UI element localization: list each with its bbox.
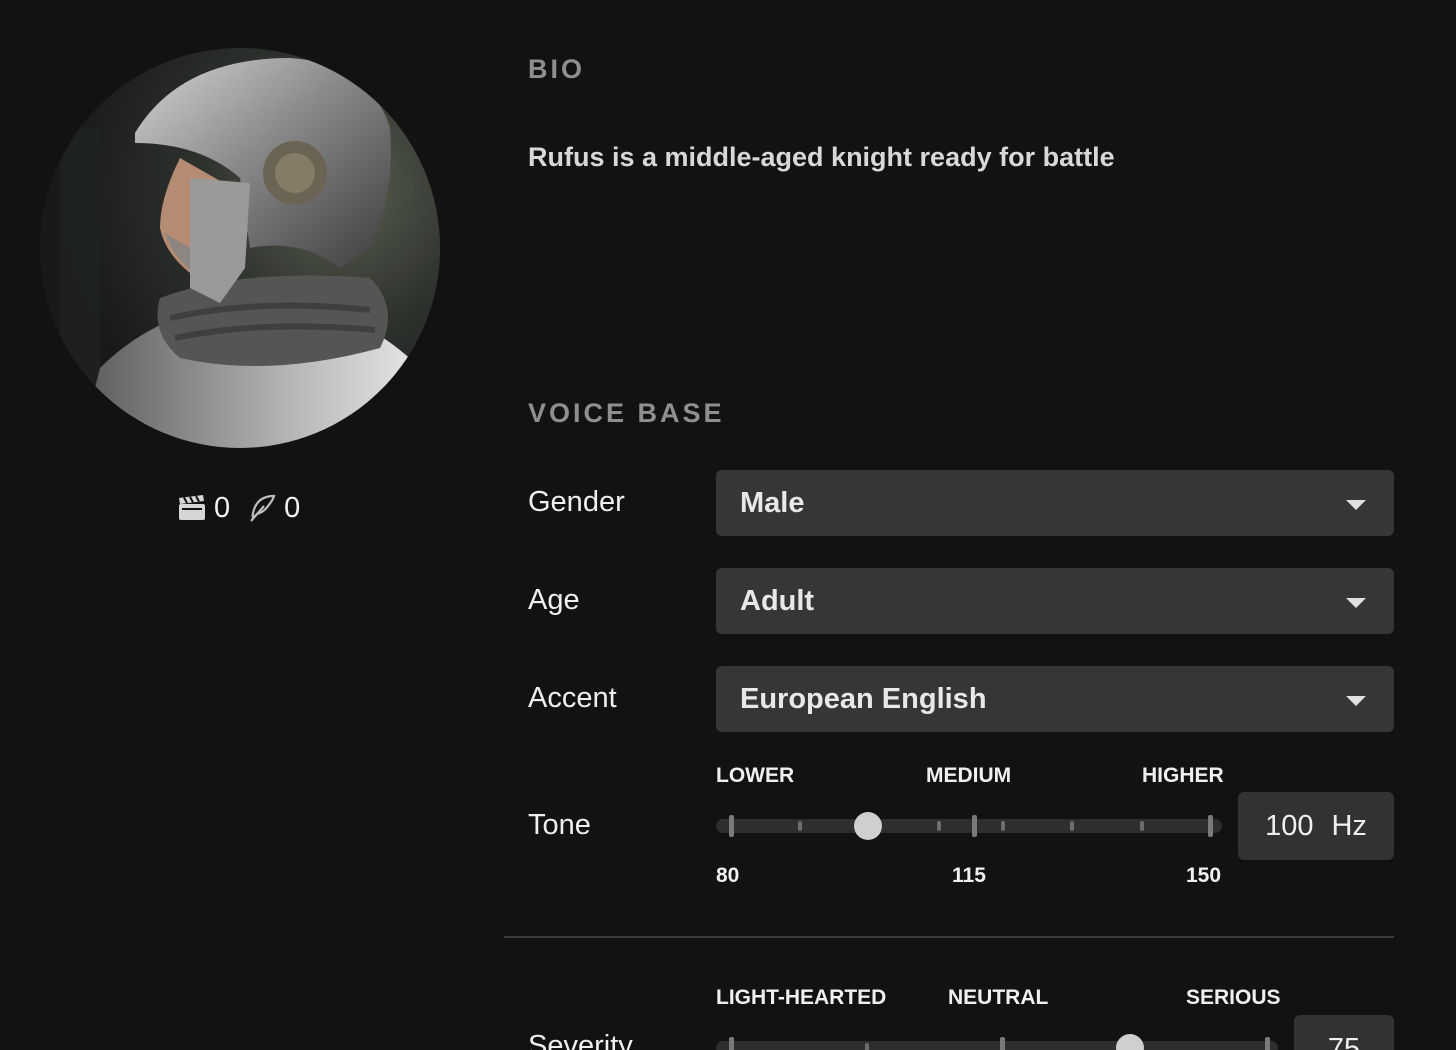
lines-count: 0 bbox=[284, 491, 301, 524]
tone-slider-thumb[interactable] bbox=[854, 812, 882, 840]
tone-tick bbox=[972, 815, 977, 837]
severity-scale-mid: NEUTRAL bbox=[948, 986, 1049, 1009]
caret-down-icon bbox=[1346, 696, 1366, 706]
accent-label: Accent bbox=[528, 682, 617, 714]
lines-stat: 0 bbox=[248, 492, 300, 525]
severity-tick bbox=[1000, 1037, 1005, 1050]
tone-scale-low: LOWER bbox=[716, 764, 795, 787]
severity-value: 75 bbox=[1327, 1032, 1361, 1050]
severity-scale-low: LIGHT-HEARTED bbox=[716, 986, 887, 1009]
section-divider bbox=[504, 936, 1394, 938]
tone-mid-label: 115 bbox=[952, 864, 986, 887]
scenes-stat: 0 bbox=[178, 492, 230, 525]
accent-value: European English bbox=[740, 682, 987, 715]
tone-tick bbox=[1140, 821, 1144, 831]
tone-unit: Hz bbox=[1331, 809, 1367, 842]
tone-tick bbox=[937, 821, 941, 831]
severity-slider-thumb[interactable] bbox=[1116, 1034, 1144, 1050]
severity-scale-high: SERIOUS bbox=[1186, 986, 1281, 1009]
severity-tick bbox=[729, 1037, 734, 1050]
feather-icon bbox=[248, 494, 276, 522]
clapperboard-icon bbox=[178, 494, 206, 522]
tone-min-label: 80 bbox=[716, 864, 740, 887]
tone-scale-high: HIGHER bbox=[1142, 764, 1224, 787]
severity-tick bbox=[1265, 1037, 1270, 1050]
tone-max-label: 150 bbox=[1186, 864, 1222, 887]
severity-value-input[interactable]: 75 bbox=[1294, 1015, 1394, 1050]
tone-tick bbox=[729, 815, 734, 837]
gender-value: Male bbox=[740, 486, 805, 519]
gender-label: Gender bbox=[528, 486, 625, 518]
tone-value: 100 bbox=[1265, 809, 1314, 842]
age-select[interactable]: Adult bbox=[716, 568, 1394, 634]
character-stats: 0 0 bbox=[178, 488, 310, 528]
gender-select[interactable]: Male bbox=[716, 470, 1394, 536]
tone-tick bbox=[1001, 821, 1005, 831]
scenes-count: 0 bbox=[214, 491, 231, 524]
voice-base-heading: VOICE BASE bbox=[528, 398, 725, 428]
age-label: Age bbox=[528, 584, 580, 616]
tone-tick bbox=[798, 821, 802, 831]
tone-label: Tone bbox=[528, 809, 591, 841]
age-value: Adult bbox=[740, 584, 815, 617]
tone-tick bbox=[1070, 821, 1074, 831]
severity-tick bbox=[865, 1043, 869, 1050]
accent-select[interactable]: European English bbox=[716, 666, 1394, 732]
tone-slider-track[interactable] bbox=[716, 812, 1222, 840]
character-profile-page: 0 0 BIO Rufus is a middle-aged knight re… bbox=[0, 0, 1456, 1050]
character-avatar bbox=[40, 48, 440, 448]
caret-down-icon bbox=[1346, 598, 1366, 608]
caret-down-icon bbox=[1346, 500, 1366, 510]
tone-value-input[interactable]: 100 Hz bbox=[1238, 792, 1394, 860]
bio-heading: BIO bbox=[528, 54, 586, 84]
severity-slider-track[interactable] bbox=[716, 1034, 1278, 1050]
severity-label: Severity bbox=[528, 1030, 633, 1050]
tone-scale-mid: MEDIUM bbox=[926, 764, 1012, 787]
bio-text[interactable]: Rufus is a middle-aged knight ready for … bbox=[528, 142, 1115, 173]
tone-tick bbox=[1208, 815, 1213, 837]
